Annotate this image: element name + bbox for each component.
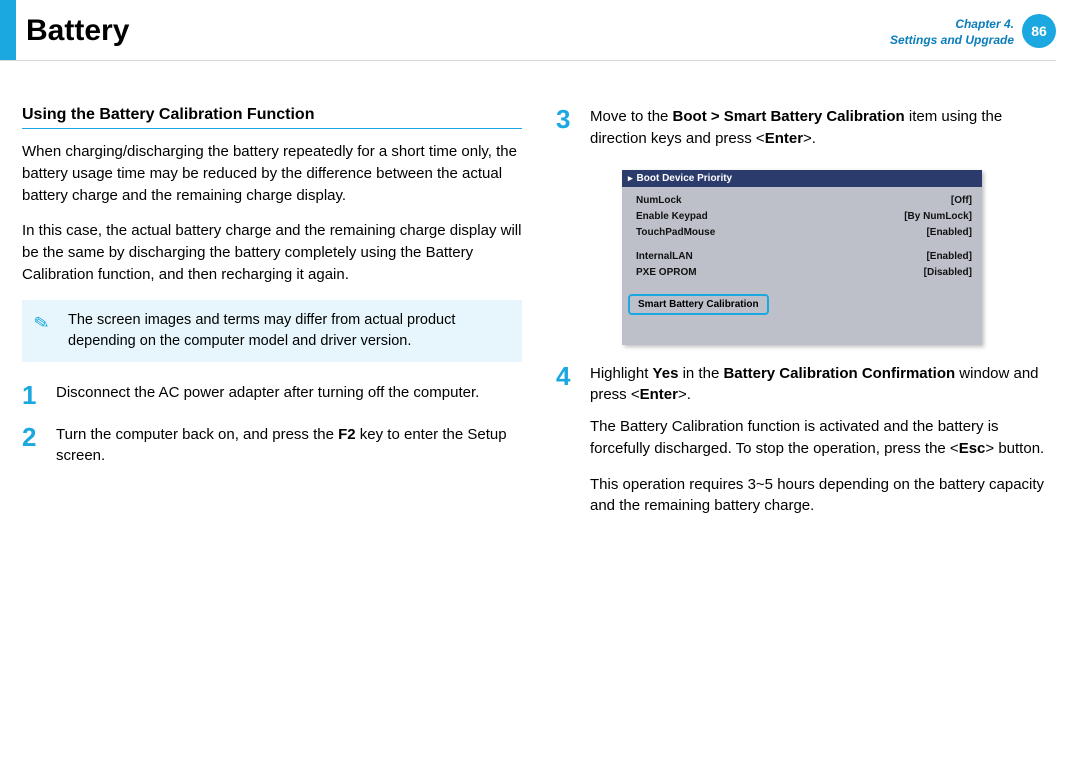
bios-row-val: [By NumLock] — [904, 209, 972, 225]
right-column: 3 Move to the Boot > Smart Battery Calib… — [556, 106, 1056, 547]
bios-row: TouchPadMouse [Enabled] — [636, 225, 972, 241]
chapter-line-1: Chapter 4. — [890, 16, 1014, 32]
step-1: 1 Disconnect the AC power adapter after … — [22, 382, 522, 408]
bios-row-key: InternalLAN — [636, 249, 693, 265]
bios-rows-group-1: NumLock [Off] Enable Keypad [By NumLock] T… — [622, 187, 982, 291]
step-3-key: Enter — [765, 130, 803, 147]
note-icon: ✎ — [31, 308, 51, 337]
step-3-text-a: Move to the — [590, 108, 673, 125]
intro-paragraph-1: When charging/discharging the battery re… — [22, 141, 522, 206]
chapter-line-2: Settings and Upgrade — [890, 32, 1014, 48]
page-header: Battery Chapter 4. Settings and Upgrade … — [22, 18, 1056, 62]
note-callout: ✎ The screen images and terms may differ… — [22, 300, 522, 362]
step-1-number: 1 — [22, 382, 44, 408]
bios-header: Boot Device Priority — [622, 170, 982, 187]
step-3-number: 3 — [556, 106, 578, 150]
t: Yes — [653, 365, 679, 382]
side-accent-bar — [0, 0, 16, 60]
bios-row-key: NumLock — [636, 193, 682, 209]
t: in the — [678, 365, 723, 382]
bios-row: PXE OPROM [Disabled] — [636, 265, 972, 281]
section-heading: Using the Battery Calibration Function — [22, 106, 522, 129]
step-4-para-duration: This operation requires 3~5 hours depend… — [590, 474, 1056, 518]
bios-row: Enable Keypad [By NumLock] — [636, 209, 972, 225]
bios-row-key: TouchPadMouse — [636, 225, 715, 241]
left-column: Using the Battery Calibration Function W… — [22, 106, 522, 547]
header-divider — [0, 60, 1056, 61]
note-text: The screen images and terms may differ f… — [68, 312, 455, 349]
document-page: Battery Chapter 4. Settings and Upgrade … — [0, 0, 1080, 766]
t: Battery Calibration Confirmation — [723, 365, 955, 382]
bios-row-key: Enable Keypad — [636, 209, 708, 225]
bios-row-val: [Enabled] — [926, 249, 972, 265]
page-title: Battery — [26, 14, 129, 48]
step-3-text: Move to the Boot > Smart Battery Calibra… — [590, 106, 1056, 150]
t: Highlight — [590, 365, 653, 382]
page-number-badge: 86 — [1022, 14, 1056, 48]
step-2-number: 2 — [22, 424, 44, 468]
step-4-para-discharge: The Battery Calibration function is acti… — [590, 416, 1056, 460]
t: Enter — [640, 386, 678, 403]
step-3-text-c: >. — [803, 130, 816, 147]
t: >. — [678, 386, 691, 403]
bios-row-val: [Off] — [951, 193, 972, 209]
step-2-text-a: Turn the computer back on, and press the — [56, 426, 338, 443]
step-2: 2 Turn the computer back on, and press t… — [22, 424, 522, 468]
t: > button. — [985, 440, 1044, 457]
step-3-path: Boot > Smart Battery Calibration — [673, 108, 905, 125]
step-4: 4 Highlight Yes in the Battery Calibrati… — [556, 363, 1056, 532]
step-2-key: F2 — [338, 426, 356, 443]
bios-row-key: PXE OPROM — [636, 265, 697, 281]
step-4-number: 4 — [556, 363, 578, 532]
bios-screenshot: Boot Device Priority NumLock [Off] Enable… — [622, 170, 982, 345]
t: Esc — [959, 440, 986, 457]
chapter-label: Chapter 4. Settings and Upgrade — [890, 16, 1014, 48]
bios-row-val: [Disabled] — [924, 265, 972, 281]
step-4-line1: Highlight Yes in the Battery Calibration… — [590, 363, 1056, 407]
intro-paragraph-2: In this case, the actual battery charge … — [22, 220, 522, 285]
bios-row-val: [Enabled] — [926, 225, 972, 241]
t: The Battery Calibration function is acti… — [590, 418, 999, 457]
step-2-text: Turn the computer back on, and press the… — [56, 424, 522, 468]
bios-selected-item: Smart Battery Calibration — [628, 294, 769, 315]
step-3: 3 Move to the Boot > Smart Battery Calib… — [556, 106, 1056, 150]
bios-row: NumLock [Off] — [636, 193, 972, 209]
bios-row: InternalLAN [Enabled] — [636, 249, 972, 265]
step-1-text: Disconnect the AC power adapter after tu… — [56, 382, 479, 408]
step-4-body: Highlight Yes in the Battery Calibration… — [590, 363, 1056, 532]
content-columns: Using the Battery Calibration Function W… — [0, 106, 1056, 547]
